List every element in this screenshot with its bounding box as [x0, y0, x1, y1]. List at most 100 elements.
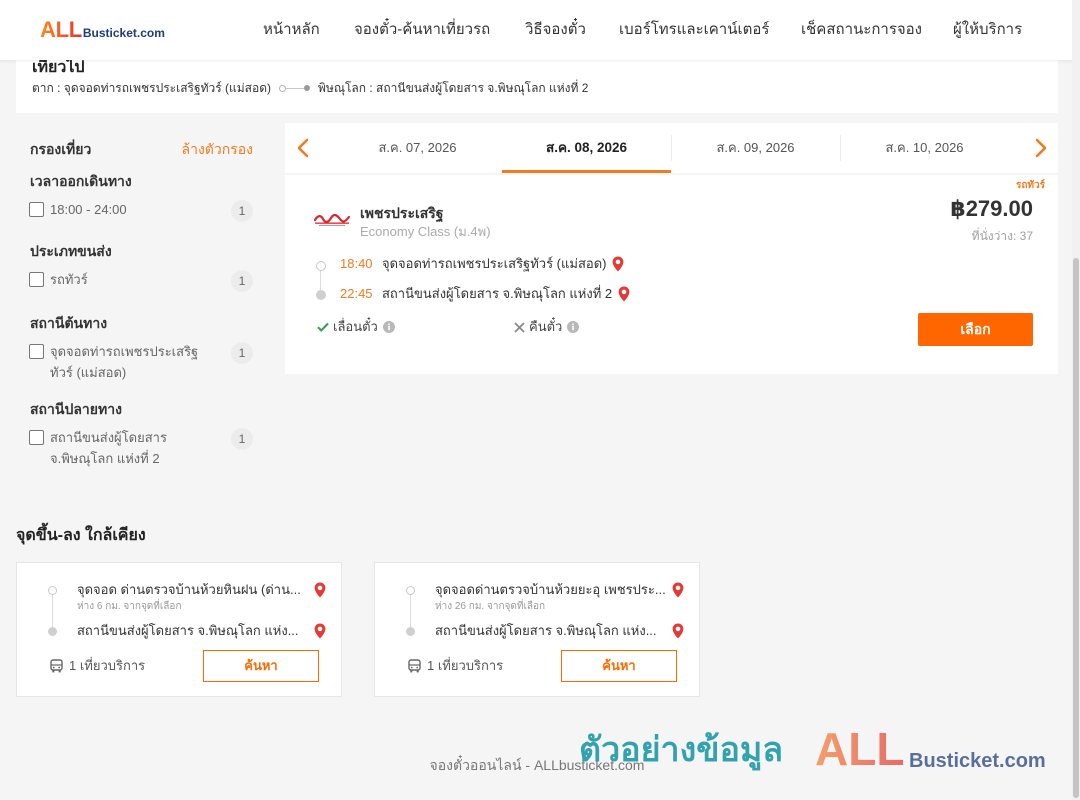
- timeline-start-dot: [406, 586, 415, 595]
- nearby-trip-count: 1 เที่ยวบริการ: [69, 658, 146, 673]
- nav-home[interactable]: หน้าหลัก: [263, 20, 320, 40]
- filter-group-origin-station: สถานีต้นทาง จุดจอดท่ารถเพชรประเสริฐทัวร์…: [16, 315, 270, 385]
- nav-how-to-book[interactable]: วิธีจองตั๋ว: [525, 20, 586, 40]
- feature-refund: คืนตั๋ว: [514, 319, 580, 335]
- timeline-end-dot: [406, 627, 415, 636]
- nearby-distance: ห่าง 6 กม. จากจุดที่เลือก: [77, 601, 182, 612]
- filter-group-title: สถานีปลายทาง: [30, 401, 122, 417]
- operator-name: เพชรประเสริฐ: [360, 205, 444, 221]
- date-tab[interactable]: ส.ค. 07, 2026: [333, 123, 502, 173]
- filter-option-label[interactable]: สถานีขนส่งผู้โดยสาร จ.พิษณุโลก แห่งที่ 2: [50, 427, 210, 469]
- ticket-price: ฿279.00: [950, 196, 1033, 221]
- filter-group-departure-time: เวลาออกเดินทาง 18:00 - 24:00 1: [16, 173, 270, 243]
- filter-group-title: สถานีต้นทาง: [30, 315, 108, 331]
- route-line: ตาก : จุดจอดท่ารถเพชรประเสริฐทัวร์ (แม่ส…: [32, 80, 588, 96]
- nearby-origin: จุดจอดด่านตรวจบ้านห้วยยะอุ เพชรประ...: [435, 582, 666, 597]
- filter-checkbox[interactable]: [29, 202, 44, 217]
- timeline-start-dot: [316, 261, 326, 271]
- date-tabs: ส.ค. 07, 2026 ส.ค. 08, 2026 ส.ค. 09, 202…: [333, 123, 1009, 173]
- filter-option-count: 1: [231, 200, 253, 222]
- route-destination: พิษณุโลก : สถานีขนส่งผู้โดยสาร จ.พิษณุโล…: [318, 81, 589, 95]
- route-origin: ตาก : จุดจอดท่ารถเพชรประเสริฐทัวร์ (แม่ส…: [32, 81, 272, 95]
- info-icon[interactable]: [382, 321, 395, 333]
- filter-option-count: 1: [231, 428, 253, 450]
- nearby-destination: สถานีขนส่งผู้โดยสาร จ.พิษณุโลก แห่ง...: [77, 623, 299, 638]
- map-pin-icon[interactable]: [672, 623, 684, 639]
- timeline-line: [52, 595, 53, 627]
- route-connector-icon: [279, 84, 311, 92]
- info-icon[interactable]: [567, 321, 580, 333]
- chevron-right-icon[interactable]: [1034, 138, 1048, 158]
- transport-type-tag: รถทัวร์: [1015, 180, 1045, 191]
- filter-panel-title: กรองเที่ยว: [30, 141, 92, 157]
- filter-checkbox[interactable]: [29, 344, 44, 359]
- feature-label: คืนตั๋ว: [529, 319, 563, 334]
- filter-group-transport-type: ประเภทขนส่ง รถทัวร์ 1: [16, 243, 270, 313]
- clear-filters-link[interactable]: ล้างตัวกรอง: [182, 141, 253, 157]
- seats-available: ที่นั่งว่าง: 37: [971, 229, 1033, 243]
- filter-option-label[interactable]: จุดจอดท่ารถเพชรประเสริฐทัวร์ (แม่สอด): [50, 341, 210, 383]
- filter-option-label[interactable]: รถทัวร์: [50, 269, 210, 290]
- bus-icon: [408, 659, 421, 673]
- nearby-search-button[interactable]: ค้นหา: [203, 650, 319, 682]
- nearby-route-card: จุดจอดด่านตรวจบ้านห้วยยะอุ เพชรประ... ห่…: [374, 562, 700, 697]
- arrival-station: สถานีขนส่งผู้โดยสาร จ.พิษณุโลก แห่งที่ 2: [382, 286, 613, 301]
- select-trip-button[interactable]: เลือก: [918, 313, 1033, 346]
- route-direction-title: เที่ยวไป: [32, 59, 85, 76]
- nav-operators[interactable]: ผู้ให้บริการ: [953, 20, 1022, 40]
- footer-text: จองตั๋วออนไลน์ - ALLbusticket.com: [429, 757, 645, 773]
- departure-station: จุดจอดท่ารถเพชรประเสริฐทัวร์ (แม่สอด): [382, 256, 607, 271]
- trip-card: รถทัวร์ เพชรประเสริฐ Economy Class (ม.4พ…: [285, 175, 1058, 374]
- date-tab[interactable]: ส.ค. 10, 2026: [840, 123, 1009, 173]
- map-pin-icon[interactable]: [672, 582, 684, 598]
- timeline-line: [410, 595, 411, 627]
- nearby-route-card: จุดจอด ด่านตรวจบ้านห้วยหินฝน (ด่าน... ห่…: [16, 562, 342, 697]
- date-tab[interactable]: ส.ค. 08, 2026: [502, 123, 671, 173]
- filter-panel: กรองเที่ยว ล้างตัวกรอง เวลาออกเดินทาง 18…: [16, 123, 270, 483]
- nav-check-booking[interactable]: เช็คสถานะการจอง: [801, 20, 922, 40]
- arrival-stop: 22:45 สถานีขนส่งผู้โดยสาร จ.พิษณุโลก แห่…: [340, 286, 630, 302]
- date-tabs-bar: ส.ค. 07, 2026 ส.ค. 08, 2026 ส.ค. 09, 202…: [285, 123, 1058, 173]
- page-scrollbar[interactable]: [1072, 0, 1080, 800]
- departure-time: 18:40: [340, 256, 373, 271]
- x-icon: [514, 321, 525, 333]
- filter-checkbox[interactable]: [29, 272, 44, 287]
- map-pin-icon[interactable]: [612, 256, 624, 272]
- map-pin-icon[interactable]: [618, 286, 630, 302]
- departure-stop: 18:40 จุดจอดท่ารถเพชรประเสริฐทัวร์ (แม่ส…: [340, 256, 624, 272]
- logo-all-text: ALL: [40, 17, 82, 42]
- nearby-destination: สถานีขนส่งผู้โดยสาร จ.พิษณุโลก แห่ง...: [435, 623, 657, 638]
- date-tab[interactable]: ส.ค. 09, 2026: [671, 123, 840, 173]
- check-icon: [317, 322, 329, 332]
- bus-class: Economy Class (ม.4พ): [360, 224, 491, 239]
- feature-label: เลื่อนตั๋ว: [333, 319, 378, 334]
- nearby-search-button[interactable]: ค้นหา: [561, 650, 677, 682]
- filter-option-label[interactable]: 18:00 - 24:00: [50, 199, 210, 220]
- timeline-start-dot: [48, 586, 57, 595]
- nav-book-search[interactable]: จองตั๋ว-ค้นหาเที่ยวรถ: [354, 20, 490, 40]
- nearby-section-title: จุดขึ้น-ลง ใกล้เคียง: [16, 527, 146, 544]
- chevron-left-icon[interactable]: [296, 138, 310, 158]
- filter-checkbox[interactable]: [29, 430, 44, 445]
- filter-group-destination-station: สถานีปลายทาง สถานีขนส่งผู้โดยสาร จ.พิษณุ…: [16, 401, 270, 471]
- page-scrollbar-thumb[interactable]: [1073, 258, 1079, 798]
- site-logo[interactable]: ALL Busticket.com: [40, 17, 165, 43]
- site-header: ALL Busticket.com หน้าหลัก จองตั๋ว-ค้นหา…: [0, 0, 1080, 60]
- filter-group-title: ประเภทขนส่ง: [30, 243, 112, 259]
- map-pin-icon[interactable]: [314, 623, 326, 639]
- bus-icon: [50, 659, 63, 673]
- nearby-trip-count: 1 เที่ยวบริการ: [427, 658, 504, 673]
- timeline-end-dot: [48, 627, 57, 636]
- filter-group-title: เวลาออกเดินทาง: [30, 173, 132, 189]
- feature-reschedule: เลื่อนตั๋ว: [317, 319, 395, 335]
- filter-option-count: 1: [231, 270, 253, 292]
- map-pin-icon[interactable]: [314, 582, 326, 598]
- filter-option-count: 1: [231, 342, 253, 364]
- nav-contacts-counters[interactable]: เบอร์โทรและเคาน์เตอร์: [619, 20, 769, 40]
- operator-logo: [313, 213, 351, 228]
- timeline-line: [320, 271, 321, 290]
- logo-rest-text: Busticket.com: [82, 26, 165, 40]
- arrival-time: 22:45: [340, 286, 373, 301]
- timeline-end-dot: [316, 290, 326, 300]
- nearby-origin: จุดจอด ด่านตรวจบ้านห้วยหินฝน (ด่าน...: [77, 582, 301, 597]
